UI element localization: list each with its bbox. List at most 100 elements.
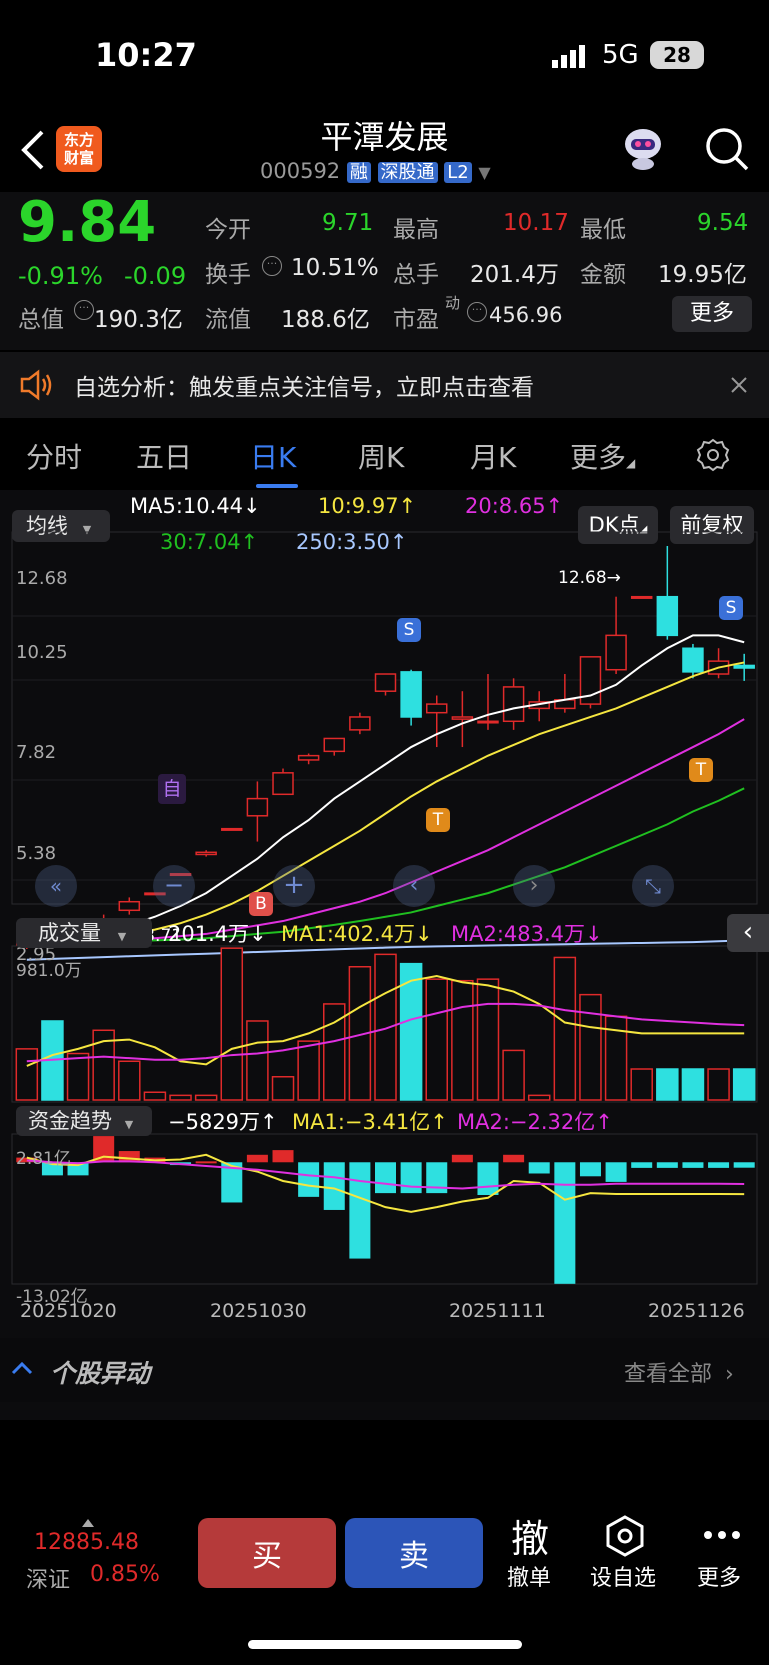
fund-bar xyxy=(272,1150,294,1163)
scroll-right-icon[interactable]: › xyxy=(513,865,555,907)
status-time: 10:27 xyxy=(95,36,197,74)
more-icon[interactable] xyxy=(702,1526,742,1539)
caret-up-icon xyxy=(82,1512,94,1527)
candle xyxy=(297,754,320,761)
volume-bar xyxy=(246,1020,269,1101)
chevron-down-icon[interactable]: ▼ xyxy=(478,163,490,182)
volume-bar xyxy=(451,979,474,1101)
turnover-label: 换手 xyxy=(205,262,251,288)
period-tabs: 分时 五日 日K 周K 月K 更多◢ xyxy=(0,418,769,490)
tab-daily-k[interactable]: 日K xyxy=(250,436,296,476)
fund-bar xyxy=(579,1162,601,1177)
date-label: 20251126 xyxy=(648,1300,745,1322)
volume-value: 201.4万 xyxy=(470,262,559,288)
t-marker[interactable]: T xyxy=(426,808,450,832)
amount-value: 19.95亿 xyxy=(658,262,747,288)
max-price-label: 12.68→ xyxy=(558,568,621,588)
cancel-order-icon[interactable]: 撤 xyxy=(511,1508,549,1563)
robot-assistant-icon[interactable] xyxy=(618,122,668,172)
turnover-value: 10.51% xyxy=(291,255,379,281)
mktcap-label: 总值 xyxy=(18,307,64,333)
stock-move-row[interactable]: 个股异动 查看全部 › xyxy=(0,1338,769,1402)
info-icon[interactable]: ··· xyxy=(467,302,487,322)
info-icon[interactable]: ··· xyxy=(262,256,282,276)
fund-bar xyxy=(733,1162,755,1168)
chevron-right-icon: › xyxy=(725,1362,734,1387)
pe-value: 456.96 xyxy=(489,303,563,327)
buy-marker[interactable]: B xyxy=(249,892,273,916)
scroll-left-far-icon[interactable]: « xyxy=(35,865,77,907)
tab-five-day[interactable]: 五日 xyxy=(136,436,192,476)
change-value: -0.09 xyxy=(124,262,187,290)
info-icon[interactable]: ··· xyxy=(74,300,94,320)
candle xyxy=(118,900,141,912)
scroll-left-icon[interactable]: ‹ xyxy=(393,865,435,907)
tab-more[interactable]: 更多◢ xyxy=(570,436,635,476)
open-value: 9.71 xyxy=(322,210,374,236)
candle xyxy=(630,595,653,599)
sell-button[interactable]: 卖 xyxy=(345,1518,483,1588)
fund-bar xyxy=(374,1162,397,1194)
candle xyxy=(733,664,755,669)
fund-bar xyxy=(682,1162,704,1168)
stock-header: 东方财富 平潭发展 000592 融 深股通 L2 ▼ xyxy=(0,110,769,192)
notice-bar[interactable]: 自选分析：触发重点关注信号，立即点击查看 xyxy=(0,352,769,418)
status-bar: 10:27 5G 28 xyxy=(0,0,769,110)
fund-top-label: 2.81亿 xyxy=(16,1149,71,1169)
t-marker[interactable]: T xyxy=(689,758,713,782)
candle xyxy=(349,716,371,731)
sell-marker[interactable]: S xyxy=(719,596,743,620)
fund-bar xyxy=(605,1162,627,1182)
volume-ma2: MA2:483.4万↓ xyxy=(451,922,603,946)
candle xyxy=(502,686,525,723)
collapse-panel-icon[interactable]: ‹ xyxy=(727,914,769,952)
tab-intraday[interactable]: 分时 xyxy=(26,436,82,476)
volume-bar xyxy=(66,1052,90,1101)
more-label[interactable]: 更多 xyxy=(697,1560,741,1592)
stock-move-title: 个股异动 xyxy=(50,1359,151,1388)
volume-bar xyxy=(630,1068,653,1101)
close-icon[interactable] xyxy=(730,376,748,394)
y-tick-label: 10.25 xyxy=(16,642,68,663)
fund-selector[interactable]: 资金趋势 ▼ xyxy=(16,1106,152,1136)
fund-bar xyxy=(246,1154,268,1163)
tab-weekly-k[interactable]: 周K xyxy=(358,436,404,476)
fund-bar xyxy=(656,1162,678,1168)
low-value: 9.54 xyxy=(697,210,749,236)
fund-bar xyxy=(477,1162,499,1195)
fund-ma2: MA2:−2.32亿↑ xyxy=(457,1110,613,1134)
volume-selector[interactable]: 成交量 ▼ xyxy=(16,918,152,948)
self-select-marker[interactable]: 自 xyxy=(158,774,186,804)
cancel-order-label[interactable]: 撤单 xyxy=(507,1560,551,1592)
fund-bar xyxy=(298,1162,320,1197)
add-watchlist-label[interactable]: 设自选 xyxy=(590,1560,656,1592)
candle xyxy=(374,673,397,692)
ma10-line xyxy=(26,661,745,944)
fullscreen-icon[interactable]: ⤡ xyxy=(632,865,674,907)
fund-bar xyxy=(528,1162,550,1174)
sell-marker[interactable]: S xyxy=(397,618,421,642)
volume-bar xyxy=(194,1094,218,1101)
more-quote-button[interactable]: 更多 xyxy=(672,296,752,332)
high-label: 最高 xyxy=(393,217,439,243)
search-icon[interactable] xyxy=(704,126,750,172)
watchlist-icon[interactable] xyxy=(603,1514,647,1558)
zoom-out-icon[interactable]: − xyxy=(153,865,195,907)
fund-bar xyxy=(451,1154,473,1163)
index-value[interactable]: 12885.48 xyxy=(34,1530,139,1555)
volume-bar xyxy=(143,1091,167,1101)
zoom-in-icon[interactable]: + xyxy=(273,865,315,907)
volume-bar xyxy=(476,978,500,1101)
view-all-link[interactable]: 查看全部 › xyxy=(624,1356,734,1388)
tab-monthly-k[interactable]: 月K xyxy=(470,436,516,476)
candle xyxy=(682,647,704,673)
candle xyxy=(400,671,422,718)
buy-button[interactable]: 买 xyxy=(198,1518,336,1588)
network-label: 5G xyxy=(602,40,639,70)
kline-chart[interactable] xyxy=(0,490,769,1420)
fund-bar xyxy=(708,1162,730,1168)
gear-icon[interactable] xyxy=(696,438,730,472)
fund-bar xyxy=(349,1162,371,1259)
volume-bar xyxy=(220,947,244,1101)
quote-panel: 9.84 -0.91% -0.09 今开 9.71 最高 10.17 最低 9.… xyxy=(0,190,769,350)
